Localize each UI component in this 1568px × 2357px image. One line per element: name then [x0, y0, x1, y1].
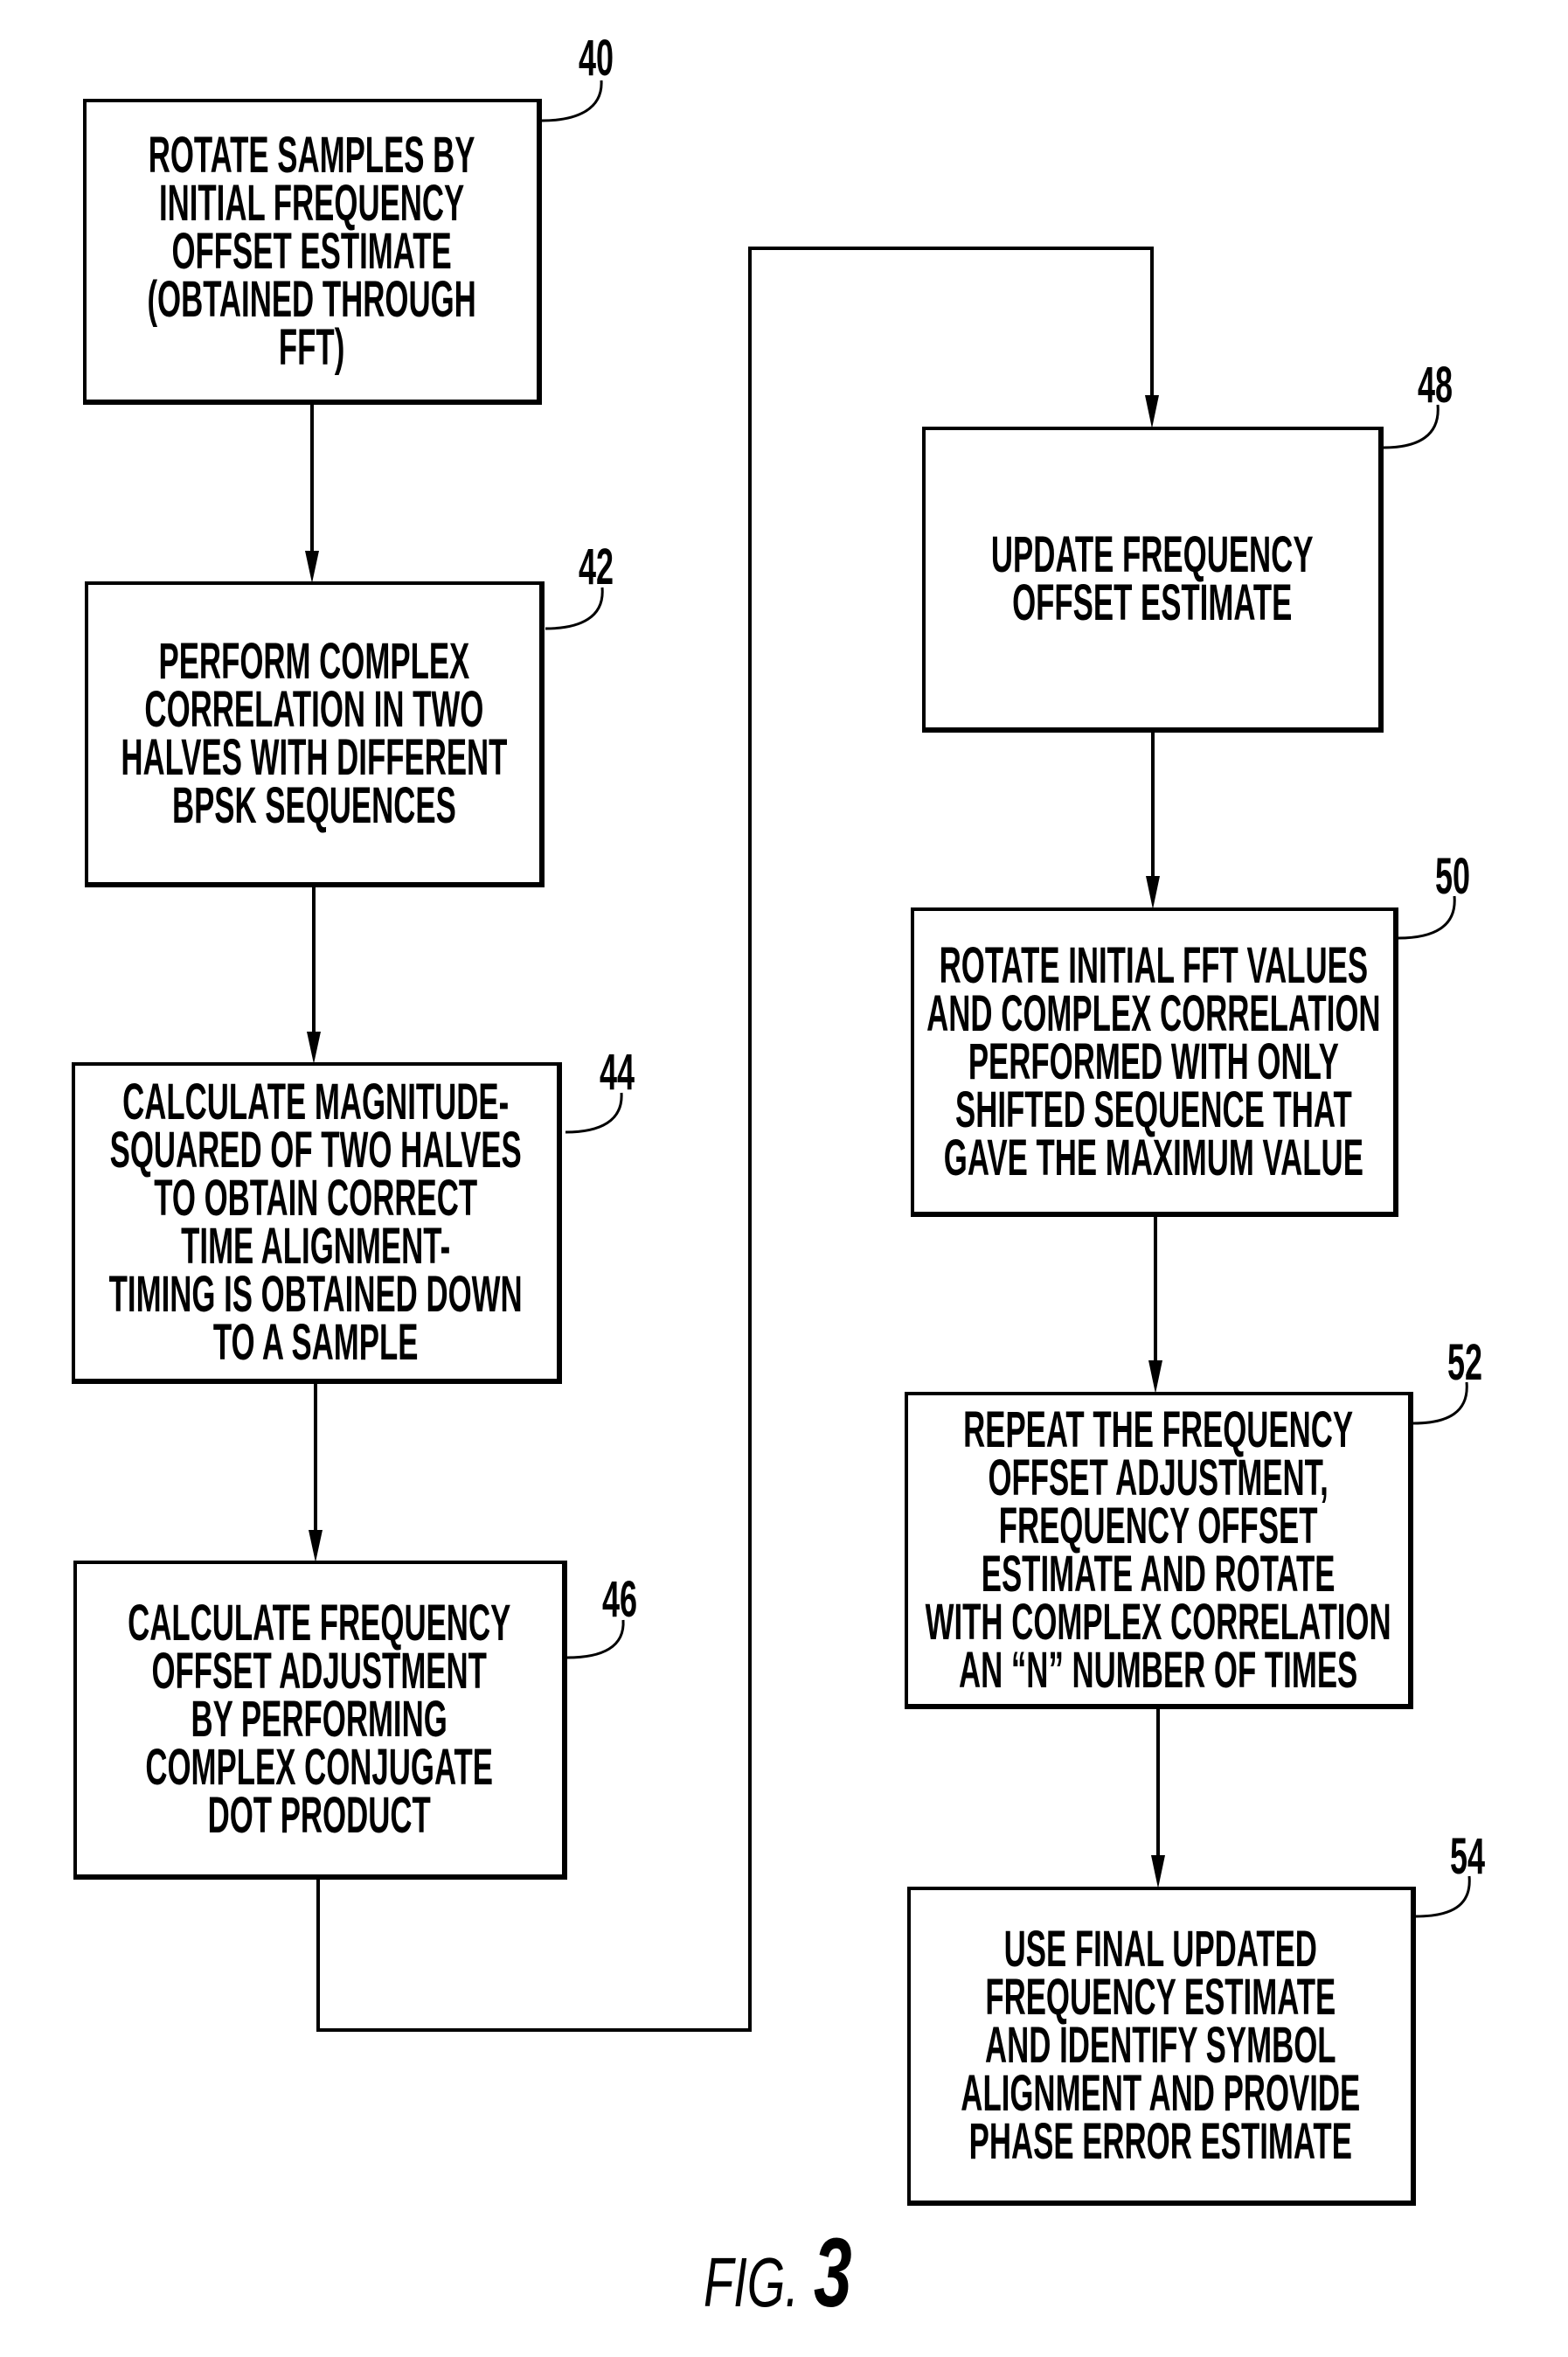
reference-numeral-50: 50 [1435, 848, 1470, 905]
reference-numeral-44: 44 [600, 1044, 635, 1101]
step-box-46: CALCULATE FREQUENCY OFFSET ADJUSTMENT BY… [73, 1561, 567, 1880]
step-text-48: UPDATE FREQUENCY OFFSET ESTIMATE [990, 526, 1314, 631]
arrow-44-to-46 [309, 1384, 323, 1562]
arrowhead-icon [305, 551, 319, 583]
arrowhead-icon [1148, 1360, 1162, 1394]
arrow-50-to-52 [1148, 1217, 1162, 1394]
figure-caption-word: FIG. [704, 2243, 799, 2321]
arrow-52-to-54 [1151, 1709, 1165, 1888]
arrowhead-icon [307, 1032, 321, 1064]
step-text-42: PERFORM COMPLEX CORRELATION IN TWO HALVE… [120, 633, 508, 834]
arrow-42-to-44 [307, 887, 321, 1064]
arrow-40-to-42 [305, 405, 319, 583]
step-text-54: USE FINAL UPDATED FREQUENCY ESTIMATE AND… [961, 1921, 1361, 2170]
figure-caption-number: 3 [813, 2218, 852, 2327]
step-text-50: ROTATE INITIAL FFT VALUES AND COMPLEX CO… [926, 936, 1381, 1186]
arrow-48-to-50 [1146, 733, 1160, 909]
reference-numeral-52: 52 [1447, 1334, 1482, 1391]
reference-numeral-54: 54 [1450, 1828, 1485, 1885]
step-text-40: ROTATE SAMPLES BY INITIAL FREQUENCY OFFS… [147, 126, 476, 376]
step-box-42: PERFORM COMPLEX CORRELATION IN TWO HALVE… [85, 581, 545, 887]
reference-numeral-46: 46 [602, 1571, 637, 1628]
step-text-46: CALCULATE FREQUENCY OFFSET ADJUSTMENT BY… [128, 1595, 511, 1844]
step-box-54: USE FINAL UPDATED FREQUENCY ESTIMATE AND… [907, 1887, 1416, 2206]
reference-numeral-42: 42 [579, 539, 614, 595]
flowchart-figure: ROTATE SAMPLES BY INITIAL FREQUENCY OFFS… [0, 0, 1568, 2357]
step-text-52: REPEAT THE FREQUENCY OFFSET ADJUSTMENT, … [925, 1401, 1391, 1699]
step-text-44: CALCULATE MAGNITUDE- SQUARED OF TWO HALV… [109, 1074, 524, 1371]
reference-numeral-40: 40 [579, 30, 614, 87]
reference-numeral-48: 48 [1418, 357, 1453, 414]
arrowhead-icon [1151, 1855, 1165, 1888]
arrowhead-icon [1146, 876, 1160, 909]
arrowhead-icon [1145, 395, 1159, 428]
step-box-48: UPDATE FREQUENCY OFFSET ESTIMATE [922, 427, 1384, 733]
step-box-44: CALCULATE MAGNITUDE- SQUARED OF TWO HALV… [72, 1062, 562, 1384]
figure-caption: FIG. 3 [704, 2216, 868, 2329]
step-box-40: ROTATE SAMPLES BY INITIAL FREQUENCY OFFS… [83, 99, 542, 405]
step-box-52: REPEAT THE FREQUENCY OFFSET ADJUSTMENT, … [905, 1392, 1413, 1709]
arrowhead-icon [309, 1530, 323, 1562]
step-box-50: ROTATE INITIAL FFT VALUES AND COMPLEX CO… [911, 907, 1398, 1217]
